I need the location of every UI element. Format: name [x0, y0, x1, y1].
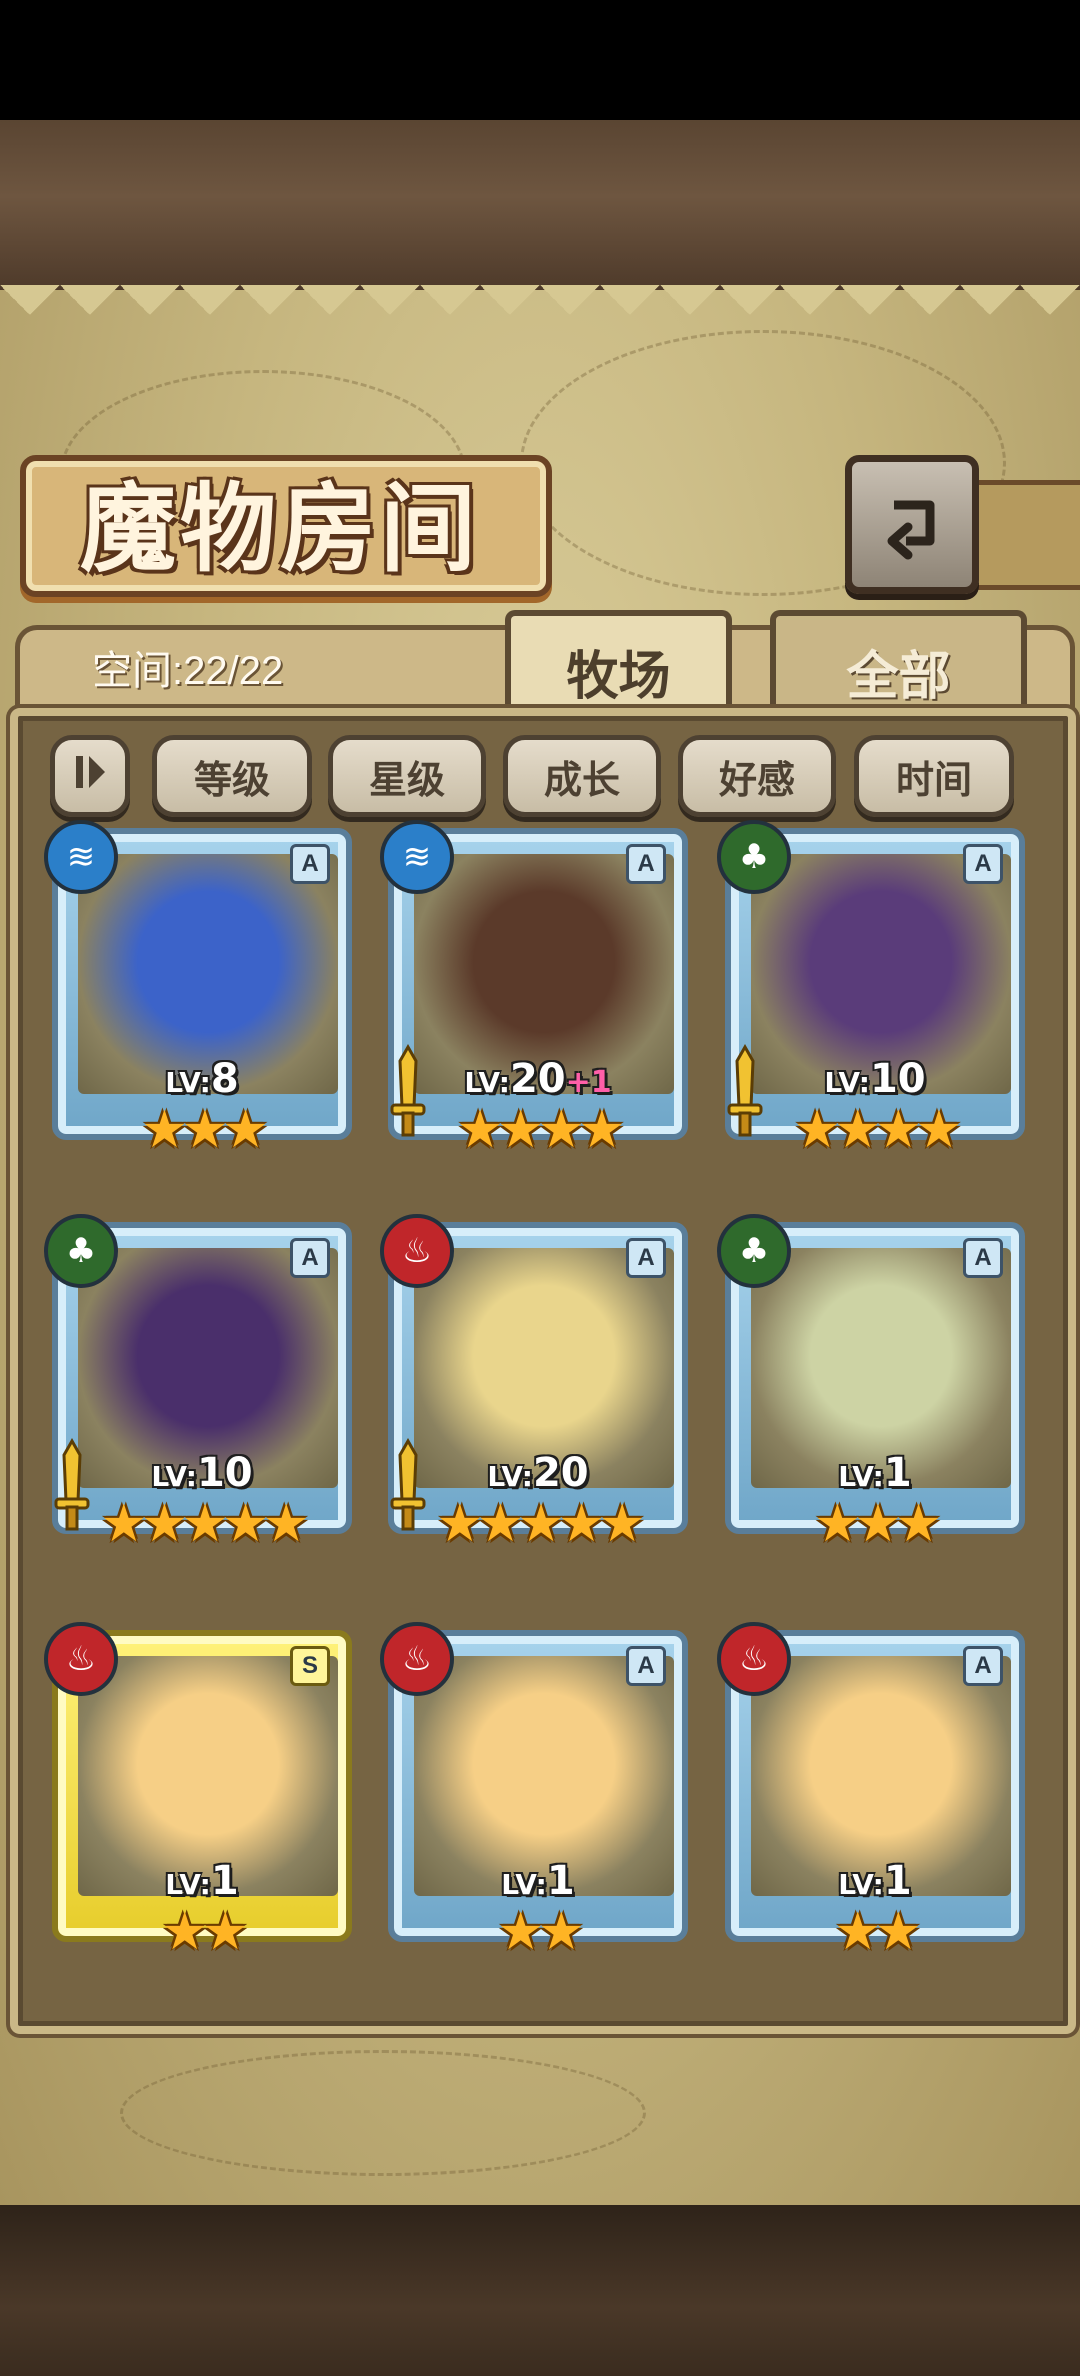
monster-card[interactable]: A ≋ LV:8 ★★★: [44, 820, 352, 1178]
sort-star-button[interactable]: 星级: [328, 735, 486, 817]
monster-level: LV:10: [151, 1450, 253, 1496]
level-value: 1: [883, 1858, 912, 1904]
fire-element-icon: ♨: [717, 1622, 791, 1696]
storage-space: 空间:22/22: [92, 649, 284, 693]
star-rating: ★★★★: [793, 1100, 962, 1160]
top-wood-border: [0, 120, 1080, 296]
fire-element-icon: ♨: [380, 1622, 454, 1696]
zigzag-edge: [0, 285, 1080, 345]
monster-card[interactable]: A ♣ LV:10 ★★★★★: [44, 1214, 352, 1572]
monster-level: LV:1: [838, 1858, 912, 1904]
status-bar: [0, 0, 1080, 120]
monster-card[interactable]: A ≋ LV:20+1 ★★★★: [380, 820, 688, 1178]
rank-badge: S: [290, 1646, 330, 1686]
page-title: 魔物房间: [80, 471, 480, 585]
water-element-icon: ≋: [44, 820, 118, 894]
star-rating: ★★★★: [456, 1100, 625, 1160]
return-arrow-icon: [872, 483, 952, 567]
sort-affection-button[interactable]: 好感: [678, 735, 836, 817]
monster-level: LV:1: [838, 1450, 912, 1496]
monster-level: LV:1: [501, 1858, 575, 1904]
monster-card[interactable]: A ♣ LV:1 ★★★: [717, 1214, 1025, 1572]
monster-level: LV:10: [824, 1056, 926, 1102]
star-rating: ★★: [834, 1902, 921, 1962]
water-element-icon: ≋: [380, 820, 454, 894]
wood-element-icon: ♣: [717, 1214, 791, 1288]
wood-element-icon: ♣: [44, 1214, 118, 1288]
star-rating: ★★: [161, 1902, 248, 1962]
monster-card[interactable]: A ♣ LV:10 ★★★★: [717, 820, 1025, 1178]
rank-badge: A: [963, 1646, 1003, 1686]
monster-card[interactable]: A ♨ LV:1 ★★: [380, 1622, 688, 1980]
rank-badge: A: [963, 1238, 1003, 1278]
rank-badge: A: [963, 844, 1003, 884]
sort-order-icon: [68, 750, 112, 803]
star-rating: ★★★: [814, 1494, 942, 1554]
level-value: 20: [532, 1450, 589, 1496]
wood-element-icon: ♣: [717, 820, 791, 894]
star-rating: ★★★: [141, 1100, 269, 1160]
level-value: 20: [509, 1056, 566, 1102]
rank-badge: A: [626, 844, 666, 884]
monster-card[interactable]: S ♨ LV:1 ★★: [44, 1622, 352, 1980]
star-rating: ★★★★★: [436, 1494, 645, 1554]
monster-card[interactable]: A ♨ LV:1 ★★: [717, 1622, 1025, 1980]
level-bonus: +1: [565, 1065, 612, 1100]
back-button[interactable]: [845, 455, 979, 594]
level-value: 1: [546, 1858, 575, 1904]
rank-badge: A: [626, 1646, 666, 1686]
sort-order-button[interactable]: [50, 735, 130, 817]
rank-badge: A: [290, 1238, 330, 1278]
level-value: 1: [883, 1450, 912, 1496]
star-rating: ★★: [497, 1902, 584, 1962]
monster-level: LV:20+1: [464, 1056, 612, 1102]
bottom-wood-border: [0, 2205, 1080, 2376]
sort-time-button[interactable]: 时间: [854, 735, 1014, 817]
sort-growth-button[interactable]: 成长: [503, 735, 661, 817]
level-value: 8: [210, 1056, 239, 1102]
monster-level: LV:8: [165, 1056, 239, 1102]
level-value: 10: [869, 1056, 926, 1102]
rank-badge: A: [290, 844, 330, 884]
monster-level: LV:1: [165, 1858, 239, 1904]
level-value: 10: [196, 1450, 253, 1496]
rank-badge: A: [626, 1238, 666, 1278]
star-rating: ★★★★★: [100, 1494, 309, 1554]
fire-element-icon: ♨: [380, 1214, 454, 1288]
monster-card[interactable]: A ♨ LV:20 ★★★★★: [380, 1214, 688, 1572]
level-value: 1: [210, 1858, 239, 1904]
fire-element-icon: ♨: [44, 1622, 118, 1696]
sort-level-button[interactable]: 等级: [152, 735, 312, 817]
monster-level: LV:20: [487, 1450, 589, 1496]
